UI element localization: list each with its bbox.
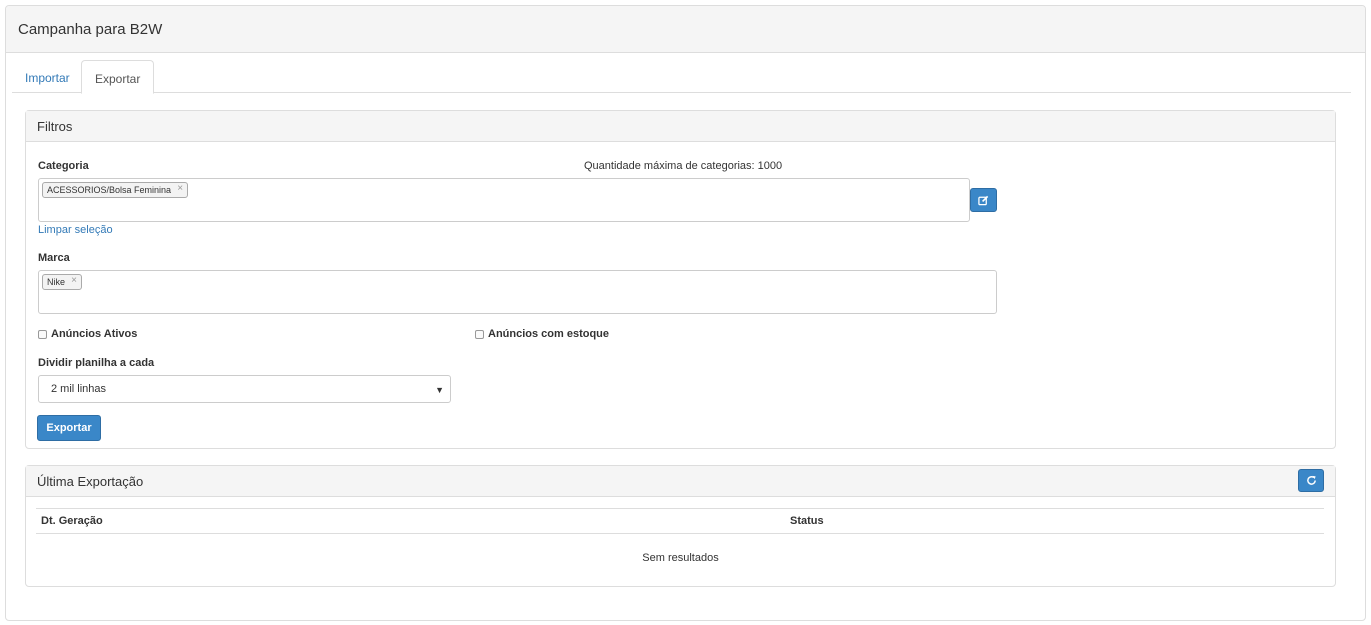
in-stock-checkbox-row: Anúncios com estoque	[475, 328, 609, 340]
brand-label: Marca	[38, 252, 70, 264]
last-export-panel: Última Exportação Dt. Geração Status Sem…	[25, 465, 1336, 587]
active-ads-checkbox-row: Anúncios Ativos	[38, 328, 137, 340]
tab-importar[interactable]: Importar	[12, 60, 83, 94]
active-ads-checkbox[interactable]	[38, 329, 47, 339]
split-select[interactable]: 2 mil linhas ▼	[38, 375, 451, 403]
category-label: Categoria	[38, 160, 89, 172]
split-label: Dividir planilha a cada	[38, 357, 155, 369]
column-dt-geracao: Dt. Geração	[41, 515, 103, 527]
edit-icon	[978, 195, 989, 205]
brand-select[interactable]: Nike ×	[38, 270, 997, 314]
page-title: Campanha para B2W	[6, 6, 1365, 53]
brand-tag-label: Nike	[47, 277, 66, 287]
edit-category-button[interactable]	[970, 188, 997, 212]
refresh-icon	[1306, 475, 1316, 485]
category-tag: ACESSORIOS/Bolsa Feminina ×	[42, 182, 189, 198]
tab-exportar[interactable]: Exportar	[81, 60, 155, 94]
chevron-down-icon: ▼	[435, 385, 444, 395]
clear-selection-link[interactable]: Limpar seleção	[38, 224, 113, 236]
in-stock-checkbox[interactable]	[475, 329, 484, 339]
filters-heading: Filtros	[26, 111, 1335, 142]
active-ads-label: Anúncios Ativos	[51, 328, 138, 340]
category-max-note: Quantidade máxima de categorias: 1000	[584, 160, 783, 172]
remove-tag-icon[interactable]: ×	[177, 183, 183, 194]
table-header: Dt. Geração Status	[36, 508, 1324, 534]
category-tag-label: ACESSORIOS/Bolsa Feminina	[47, 185, 172, 195]
filters-panel: Filtros Categoria Quantidade máxima de c…	[25, 110, 1336, 449]
export-button[interactable]: Exportar	[37, 415, 101, 441]
last-export-heading: Última Exportação	[26, 466, 1335, 497]
empty-results: Sem resultados	[642, 552, 719, 564]
column-status: Status	[790, 515, 824, 527]
brand-tag: Nike ×	[42, 274, 83, 290]
remove-tag-icon[interactable]: ×	[71, 275, 77, 286]
tab-bar: Importar Exportar	[12, 60, 1351, 94]
refresh-button[interactable]	[1298, 469, 1324, 492]
split-select-value: 2 mil linhas	[51, 383, 107, 395]
category-select[interactable]: ACESSORIOS/Bolsa Feminina ×	[38, 178, 970, 222]
in-stock-label: Anúncios com estoque	[488, 328, 610, 340]
